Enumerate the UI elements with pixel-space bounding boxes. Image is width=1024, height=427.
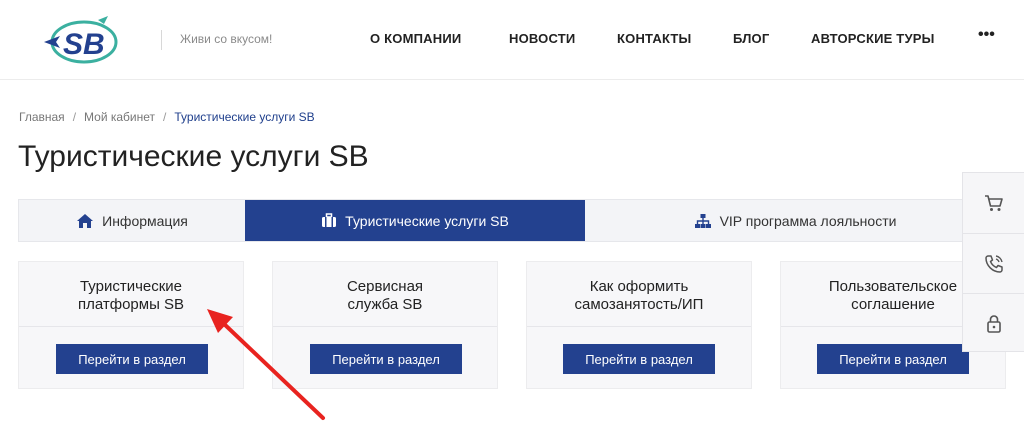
nav-author-tours[interactable]: АВТОРСКИЕ ТУРЫ [811, 31, 935, 46]
go-to-section-button[interactable]: Перейти в раздел [56, 344, 208, 374]
tab-vip-loyalty[interactable]: VIP программа лояльности [585, 200, 1005, 241]
breadcrumb: Главная / Мой кабинет / Туристические услуги… [19, 110, 315, 124]
card-divider [273, 326, 497, 327]
card-divider [527, 326, 751, 327]
tab-tourist-services[interactable]: Туристические услуги SB [245, 200, 585, 241]
go-to-section-button[interactable]: Перейти в раздел [563, 344, 715, 374]
nav-blog[interactable]: БЛОГ [733, 31, 769, 46]
card-title: Сервисная служба SB [346, 278, 424, 313]
nav-contacts[interactable]: КОНТАКТЫ [617, 31, 691, 46]
card-divider [19, 326, 243, 327]
header-divider [161, 30, 162, 50]
slogan: Живи со вкусом! [180, 32, 273, 46]
sitemap-icon [694, 213, 711, 228]
nav-more-button[interactable]: ••• [978, 26, 995, 44]
phone-callback-icon [985, 254, 1003, 273]
page-title: Туристические услуги SB [18, 140, 369, 173]
tab-information[interactable]: Информация [19, 200, 245, 241]
side-widget-panel [962, 172, 1024, 352]
tab-label: Туристические услуги SB [345, 212, 509, 229]
breadcrumb-current: Туристические услуги SB [174, 110, 315, 124]
go-to-section-button[interactable]: Перейти в раздел [310, 344, 462, 374]
tab-bar: Информация Туристические услуги SB VIP п… [18, 199, 1004, 242]
logo-text: SB [63, 28, 105, 61]
home-icon [77, 213, 94, 228]
go-to-section-button[interactable]: Перейти в раздел [817, 344, 969, 374]
breadcrumb-separator: / [163, 110, 167, 124]
card-tourist-platforms: Туристические платформы SB Перейти в раз… [18, 261, 244, 389]
cart-button[interactable] [963, 173, 1024, 233]
breadcrumb-home[interactable]: Главная [19, 110, 65, 124]
lock-icon [987, 314, 1001, 333]
breadcrumb-cabinet[interactable]: Мой кабинет [84, 110, 155, 124]
cart-icon [985, 195, 1003, 211]
site-header: SB Живи со вкусом! О КОМПАНИИ НОВОСТИ КО… [0, 0, 1024, 80]
suitcase-icon [322, 213, 337, 227]
logo[interactable]: SB [38, 12, 128, 68]
card-service-desk: Сервисная служба SB Перейти в раздел [272, 261, 498, 389]
logo-icon: SB [44, 16, 118, 64]
login-button[interactable] [963, 293, 1024, 353]
card-title: Туристические платформы SB [77, 278, 185, 313]
callback-button[interactable] [963, 233, 1024, 293]
card-title: Как оформить самозанятость/ИП [574, 278, 704, 313]
card-self-employment: Как оформить самозанятость/ИП Перейти в … [526, 261, 752, 389]
tab-label: Информация [102, 212, 188, 229]
nav-about[interactable]: О КОМПАНИИ [370, 31, 461, 46]
tab-label: VIP программа лояльности [719, 212, 897, 229]
breadcrumb-separator: / [72, 110, 77, 124]
nav-news[interactable]: НОВОСТИ [509, 31, 575, 46]
